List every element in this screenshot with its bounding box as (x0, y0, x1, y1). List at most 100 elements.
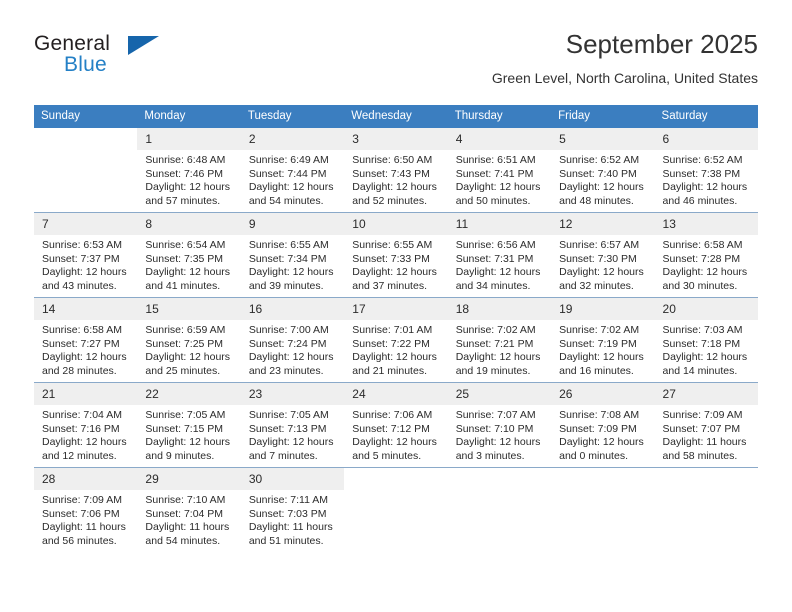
sunset-text: Sunset: 7:25 PM (145, 337, 224, 350)
day-sun-info: Sunrise: 7:09 AM Sunset: 7:07 PM Daylight:… (655, 405, 758, 463)
day-sun-info: Sunrise: 6:58 AM Sunset: 7:28 PM Daylight:… (655, 235, 758, 293)
calendar-day-cell[interactable]: 14 Sunrise: 6:58 AM Sunset: 7:27 PM Dayligh… (34, 297, 138, 383)
daylight-text-line1: Daylight: 12 hours (145, 266, 231, 279)
calendar-day-cell[interactable]: 11 Sunrise: 6:56 AM Sunset: 7:31 PM Dayligh… (447, 212, 552, 298)
daylight-text-line2: and 7 minutes. (248, 449, 318, 462)
daylight-text-line1: Daylight: 11 hours (145, 521, 230, 534)
page-header: General Blue September 2025 Green Level,… (34, 28, 758, 96)
calendar-day-cell[interactable]: 21 Sunrise: 7:04 AM Sunset: 7:16 PM Dayligh… (34, 382, 138, 468)
calendar-day-cell[interactable]: 25 Sunrise: 7:07 AM Sunset: 7:10 PM Dayligh… (447, 382, 552, 468)
daylight-text-line2: and 37 minutes. (352, 279, 427, 292)
calendar-day-cell[interactable]: 26 Sunrise: 7:08 AM Sunset: 7:09 PM Dayligh… (551, 382, 655, 468)
sunrise-text: Sunrise: 6:57 AM (559, 239, 640, 251)
calendar-day-cell[interactable]: 9 Sunrise: 6:55 AM Sunset: 7:34 PM Daylight… (240, 212, 345, 298)
day-number: 10 (344, 213, 448, 235)
calendar-day-cell[interactable]: 23 Sunrise: 7:05 AM Sunset: 7:13 PM Dayligh… (240, 382, 345, 468)
daylight-text-line1: Daylight: 12 hours (455, 351, 541, 364)
daylight-text-line2: and 5 minutes. (352, 449, 422, 462)
day-sun-info: Sunrise: 6:52 AM Sunset: 7:40 PM Daylight:… (551, 150, 654, 208)
day-sun-info: Sunrise: 7:11 AM Sunset: 7:03 PM Daylight:… (241, 490, 344, 548)
calendar-day-cell[interactable]: 4 Sunrise: 6:51 AM Sunset: 7:41 PM Daylight… (447, 128, 552, 213)
calendar-day-cell[interactable]: 18 Sunrise: 7:02 AM Sunset: 7:21 PM Dayligh… (447, 297, 552, 383)
sunset-text: Sunset: 7:10 PM (455, 422, 534, 435)
sunrise-text: Sunrise: 6:55 AM (248, 239, 329, 251)
calendar-day-cell[interactable]: 1 Sunrise: 6:48 AM Sunset: 7:46 PM Daylight… (137, 128, 241, 213)
sunrise-text: Sunrise: 7:04 AM (42, 409, 122, 421)
sunset-text: Sunset: 7:21 PM (455, 337, 534, 350)
calendar-day-cell[interactable]: 19 Sunrise: 7:02 AM Sunset: 7:19 PM Dayligh… (551, 297, 655, 383)
calendar-empty-cell (34, 128, 137, 213)
calendar-day-cell[interactable]: 27 Sunrise: 7:09 AM Sunset: 7:07 PM Dayligh… (654, 382, 758, 468)
day-number: 9 (240, 213, 345, 235)
day-sun-info: Sunrise: 7:00 AM Sunset: 7:24 PM Daylight:… (241, 320, 344, 378)
general-blue-logo[interactable]: General Blue (34, 32, 204, 88)
daylight-text-line1: Daylight: 12 hours (455, 436, 541, 449)
daylight-text-line2: and 34 minutes. (455, 279, 531, 292)
calendar-day-cell[interactable]: 6 Sunrise: 6:52 AM Sunset: 7:38 PM Daylight… (654, 128, 758, 213)
day-sun-info: Sunrise: 6:58 AM Sunset: 7:27 PM Daylight:… (34, 320, 137, 378)
calendar-day-cell[interactable]: 17 Sunrise: 7:01 AM Sunset: 7:22 PM Dayligh… (344, 297, 448, 383)
daylight-text-line2: and 51 minutes. (248, 534, 324, 547)
calendar-day-cell[interactable]: 22 Sunrise: 7:05 AM Sunset: 7:15 PM Dayligh… (137, 382, 241, 468)
sunset-text: Sunset: 7:28 PM (662, 252, 741, 265)
calendar-day-cell[interactable]: 2 Sunrise: 6:49 AM Sunset: 7:44 PM Daylight… (240, 128, 345, 213)
daylight-text-line1: Daylight: 12 hours (352, 266, 437, 279)
calendar-day-cell[interactable]: 28 Sunrise: 7:09 AM Sunset: 7:06 PM Dayligh… (34, 467, 138, 552)
daylight-text-line2: and 28 minutes. (42, 364, 117, 377)
sunset-text: Sunset: 7:22 PM (352, 337, 430, 350)
day-sun-info: Sunrise: 7:02 AM Sunset: 7:19 PM Daylight:… (551, 320, 654, 378)
day-number: 28 (34, 468, 138, 490)
calendar-day-cell[interactable]: 5 Sunrise: 6:52 AM Sunset: 7:40 PM Daylight… (551, 128, 655, 213)
calendar-week-row: 7 Sunrise: 6:53 AM Sunset: 7:37 PM Daylight… (34, 212, 758, 298)
calendar-day-cell[interactable]: 8 Sunrise: 6:54 AM Sunset: 7:35 PM Daylight… (137, 212, 241, 298)
calendar-day-cell[interactable]: 15 Sunrise: 6:59 AM Sunset: 7:25 PM Dayligh… (137, 297, 241, 383)
day-number: 2 (240, 128, 345, 150)
day-number: 20 (654, 298, 758, 320)
daylight-text-line1: Daylight: 12 hours (42, 266, 127, 279)
calendar-day-cell[interactable]: 10 Sunrise: 6:55 AM Sunset: 7:33 PM Dayligh… (344, 212, 448, 298)
day-sun-info: Sunrise: 6:55 AM Sunset: 7:33 PM Daylight:… (344, 235, 447, 293)
sunrise-text: Sunrise: 7:06 AM (352, 409, 433, 421)
daylight-text-line2: and 21 minutes. (352, 364, 427, 377)
calendar-day-cell[interactable]: 16 Sunrise: 7:00 AM Sunset: 7:24 PM Dayligh… (240, 297, 345, 383)
sunset-text: Sunset: 7:38 PM (662, 167, 741, 180)
sunrise-text: Sunrise: 6:56 AM (455, 239, 536, 251)
sunset-text: Sunset: 7:31 PM (455, 252, 534, 265)
sunset-text: Sunset: 7:43 PM (352, 167, 430, 180)
day-sun-info: Sunrise: 7:03 AM Sunset: 7:18 PM Daylight:… (655, 320, 758, 378)
calendar-day-cell[interactable]: 3 Sunrise: 6:50 AM Sunset: 7:43 PM Daylight… (344, 128, 448, 213)
daylight-text-line2: and 3 minutes. (455, 449, 525, 462)
calendar-table: Sunday Monday Tuesday Wednesday Thursday… (34, 105, 758, 552)
calendar-day-cell[interactable]: 24 Sunrise: 7:06 AM Sunset: 7:12 PM Dayligh… (344, 382, 448, 468)
sunrise-text: Sunrise: 7:07 AM (455, 409, 536, 421)
daylight-text-line1: Daylight: 12 hours (662, 266, 748, 279)
daylight-text-line1: Daylight: 12 hours (455, 181, 541, 194)
day-number: 23 (240, 383, 345, 405)
daylight-text-line1: Daylight: 12 hours (559, 266, 644, 279)
daylight-text-line1: Daylight: 11 hours (662, 436, 747, 449)
day-sun-info: Sunrise: 6:59 AM Sunset: 7:25 PM Daylight:… (137, 320, 240, 378)
calendar-day-cell[interactable]: 13 Sunrise: 6:58 AM Sunset: 7:28 PM Dayligh… (654, 212, 758, 298)
calendar-day-cell[interactable]: 29 Sunrise: 7:10 AM Sunset: 7:04 PM Dayligh… (137, 467, 241, 552)
daylight-text-line1: Daylight: 12 hours (559, 351, 644, 364)
daylight-text-line1: Daylight: 11 hours (42, 521, 126, 534)
day-number: 25 (447, 383, 552, 405)
daylight-text-line1: Daylight: 12 hours (145, 351, 231, 364)
calendar-day-cell[interactable]: 30 Sunrise: 7:11 AM Sunset: 7:03 PM Dayligh… (240, 467, 345, 552)
daylight-text-line1: Daylight: 12 hours (42, 436, 127, 449)
day-sun-info: Sunrise: 6:56 AM Sunset: 7:31 PM Daylight:… (448, 235, 551, 293)
sunset-text: Sunset: 7:19 PM (559, 337, 637, 350)
day-sun-info: Sunrise: 7:01 AM Sunset: 7:22 PM Daylight:… (344, 320, 447, 378)
sunset-text: Sunset: 7:16 PM (42, 422, 120, 435)
day-number: 11 (447, 213, 552, 235)
day-sun-info: Sunrise: 6:52 AM Sunset: 7:38 PM Daylight:… (655, 150, 758, 208)
calendar-day-cell[interactable]: 12 Sunrise: 6:57 AM Sunset: 7:30 PM Dayligh… (551, 212, 655, 298)
day-number: 30 (240, 468, 345, 490)
calendar-day-cell[interactable]: 7 Sunrise: 6:53 AM Sunset: 7:37 PM Daylight… (34, 212, 138, 298)
day-number (448, 468, 551, 490)
daylight-text-line2: and 23 minutes. (248, 364, 324, 377)
calendar-head: Sunday Monday Tuesday Wednesday Thursday… (34, 105, 758, 128)
calendar-day-cell[interactable]: 20 Sunrise: 7:03 AM Sunset: 7:18 PM Dayligh… (654, 297, 758, 383)
page-subtitle: Green Level, North Carolina, United Stat… (491, 70, 758, 86)
day-number: 14 (34, 298, 138, 320)
